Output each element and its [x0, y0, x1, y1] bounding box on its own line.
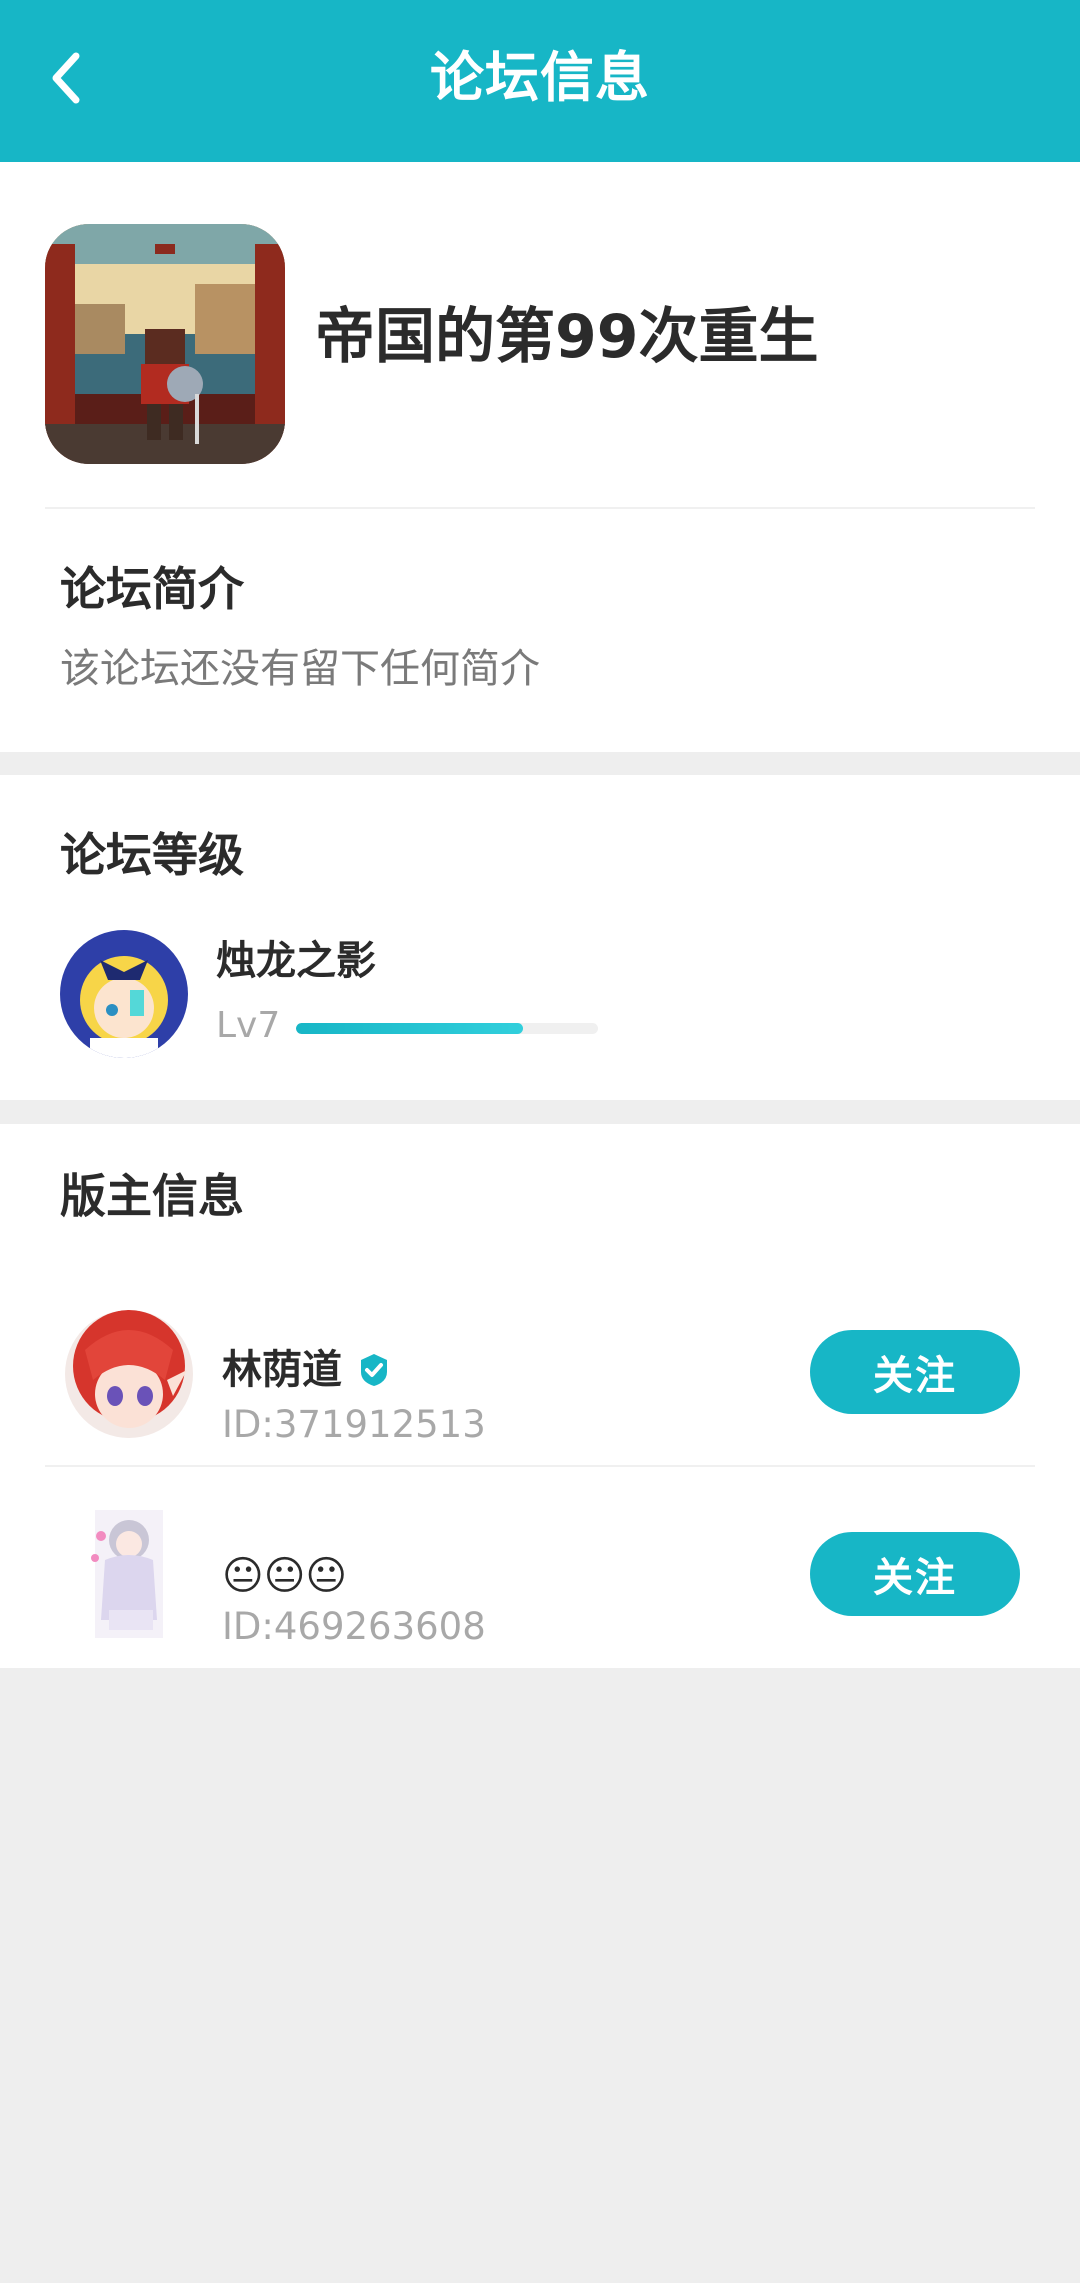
divider [45, 507, 1035, 509]
forum-level-section: 论坛等级 烛龙之影 Lv7 [0, 775, 1080, 1100]
forum-intro-section: 帝国的第99次重生 论坛简介 该论坛还没有留下任何简介 [0, 162, 1080, 752]
moderator-avatar[interactable] [65, 1310, 193, 1438]
intro-title: 论坛简介 [60, 562, 244, 616]
moderator-name: 林荫道 [222, 1344, 392, 1396]
forum-icon [45, 224, 285, 464]
moderators-section: 版主信息 林荫道 ID:371912513 关注 😐😐😐 ID:46926360… [0, 1124, 1080, 1668]
level-name: 烛龙之影 [216, 938, 376, 984]
moderator-row[interactable]: 林荫道 ID:371912513 关注 [0, 1304, 1080, 1504]
forum-name: 帝国的第99次重生 [315, 302, 819, 372]
verified-badge-icon [356, 1352, 392, 1388]
level-label: Lv7 [216, 1005, 281, 1046]
follow-button[interactable]: 关注 [810, 1330, 1020, 1414]
moderator-name: 😐😐😐 [222, 1550, 347, 1602]
top-app-bar: 论坛信息 [0, 0, 1080, 162]
level-progress-bar [296, 1023, 598, 1034]
moderator-id: ID:371912513 [222, 1403, 486, 1446]
moderator-avatar[interactable] [65, 1510, 193, 1638]
level-progress-fill [296, 1023, 523, 1034]
intro-text: 该论坛还没有留下任何简介 [60, 646, 540, 692]
page-title: 论坛信息 [430, 46, 650, 109]
moderator-row[interactable]: 😐😐😐 ID:469263608 关注 [0, 1506, 1080, 1706]
follow-button[interactable]: 关注 [810, 1532, 1020, 1616]
level-avatar [60, 930, 188, 1058]
level-title: 论坛等级 [60, 828, 244, 882]
moderator-name-text: 林荫道 [222, 1347, 342, 1393]
moderator-id: ID:469263608 [222, 1605, 486, 1648]
divider [45, 1465, 1035, 1467]
moderator-name-text: 😐😐😐 [222, 1553, 348, 1599]
moderators-title: 版主信息 [60, 1169, 244, 1223]
